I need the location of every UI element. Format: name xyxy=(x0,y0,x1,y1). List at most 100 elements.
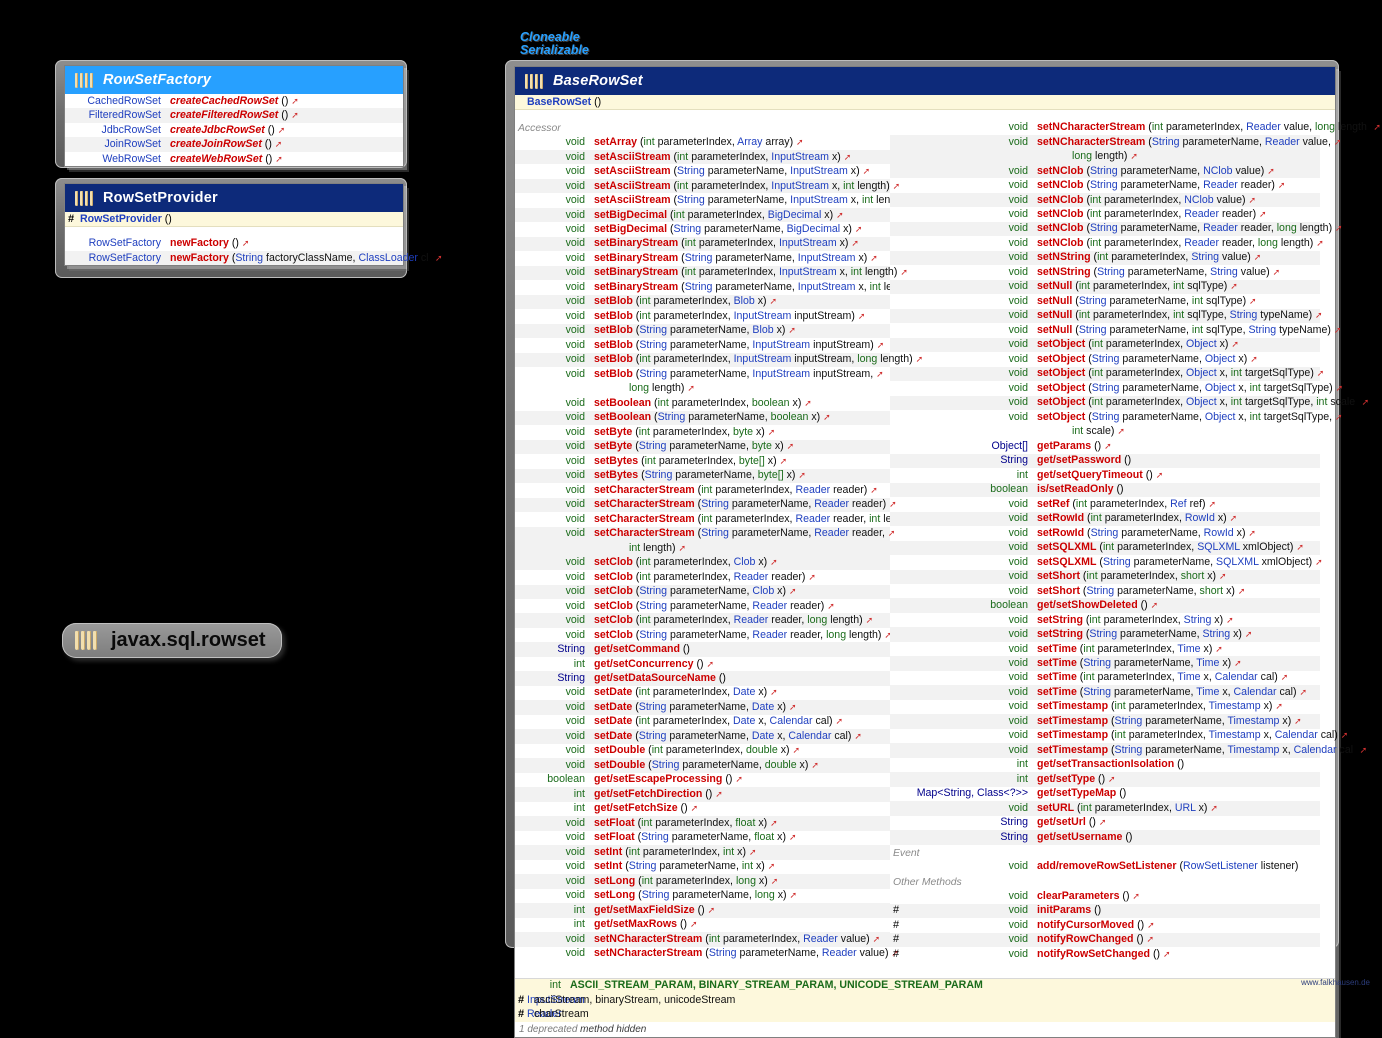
member-row[interactable]: void setFloat (int parameterIndex, float … xyxy=(515,816,890,831)
member-row[interactable]: void setDate (int parameterIndex, Date x,… xyxy=(515,715,890,729)
member-row[interactable]: void setTime (String parameterName, Time … xyxy=(890,685,1320,700)
member-row[interactable]: void setFloat (String parameterName, floa… xyxy=(515,831,890,845)
member-row[interactable]: void setShort (String parameterName, shor… xyxy=(890,584,1320,598)
member-row[interactable]: void setClob (int parameterIndex, Reader … xyxy=(515,570,890,584)
member-row[interactable]: boolean get/setEscapeProcessing () ➚ xyxy=(515,773,890,787)
member-row[interactable]: void setClob (String parameterName, Reade… xyxy=(515,599,890,613)
member-row[interactable]: void setNClob (int parameterIndex, Reader… xyxy=(890,236,1324,250)
class-box-rowsetprovider[interactable]: RowSetProvider # RowSetProvider () RowSet… xyxy=(64,183,443,267)
member-row[interactable]: void setDouble (int parameterIndex, doubl… xyxy=(515,744,890,758)
member-row[interactable]: void clearParameters () ➚ xyxy=(890,889,1320,903)
member-row[interactable]: void setString (String parameterName, Str… xyxy=(890,627,1320,642)
member-row[interactable]: void setObject (String parameterName, Obj… xyxy=(890,352,1320,366)
member-row[interactable]: CachedRowSet createCachedRowSet () ➚ xyxy=(65,94,403,108)
member-row[interactable]: String get/setPassword () xyxy=(890,453,1320,469)
member-row[interactable]: void setRef (int parameterIndex, Ref ref)… xyxy=(890,497,1320,511)
member-row[interactable]: void setBinaryStream (String parameterNam… xyxy=(515,251,890,265)
member-row[interactable]: # void initParams () xyxy=(890,903,1320,919)
field-row[interactable]: # Reader charStream xyxy=(515,1008,1335,1022)
member-row[interactable]: void setObject (String parameterName, Obj… xyxy=(890,410,1343,424)
member-row[interactable]: int get/setFetchSize () ➚ xyxy=(515,802,890,816)
member-row[interactable]: void setRowId (String parameterName, RowI… xyxy=(890,526,1320,540)
member-row[interactable]: JoinRowSet createJoinRowSet () ➚ xyxy=(65,137,403,152)
member-row[interactable]: void setInt (int parameterIndex, int x) ➚ xyxy=(515,845,890,860)
member-row[interactable]: FilteredRowSet createFilteredRowSet () ➚ xyxy=(65,108,403,123)
package-badge[interactable]: javax.sql.rowset xyxy=(62,623,282,658)
member-row[interactable]: void setBoolean (String parameterName, bo… xyxy=(515,410,890,426)
member-row[interactable]: # void notifyRowSetChanged () ➚ xyxy=(890,947,1320,961)
member-row[interactable]: void setLong (String parameterName, long … xyxy=(515,889,890,903)
member-row[interactable]: int get/setMaxRows () ➚ xyxy=(515,918,890,932)
member-row[interactable]: void setNClob (int parameterIndex, NClob … xyxy=(890,192,1320,208)
member-row[interactable]: int get/setType () ➚ xyxy=(890,772,1320,787)
member-row[interactable]: void setBlob (String parameterName, Blob … xyxy=(515,323,890,339)
member-row[interactable]: void setRowId (int parameterIndex, RowId … xyxy=(890,511,1320,527)
member-row[interactable]: RowSetFactory newFactory () ➚ xyxy=(65,236,403,250)
class-box-baserowset[interactable]: BaseRowSet BaseRowSet () Accessor void se… xyxy=(514,66,1381,1038)
member-row[interactable]: void setLong (int parameterIndex, long x)… xyxy=(515,874,890,889)
member-row[interactable]: void setBytes (String parameterName, byte… xyxy=(515,468,890,484)
member-row[interactable]: void setNCharacterStream (String paramete… xyxy=(890,134,1341,150)
member-row[interactable]: void setClob (String parameterName, Clob … xyxy=(515,584,890,599)
member-row[interactable]: void setNull (int parameterIndex, int sql… xyxy=(890,308,1323,324)
member-row[interactable]: void setBlob (String parameterName, Input… xyxy=(515,338,890,352)
member-row[interactable]: void setClob (String parameterName, Reade… xyxy=(515,628,892,642)
member-row[interactable]: void setAsciiStream (String parameterName… xyxy=(515,164,890,178)
member-row[interactable]: boolean get/setShowDeleted () ➚ xyxy=(890,598,1320,613)
member-row[interactable]: void setBlob (int parameterIndex, InputSt… xyxy=(515,309,890,323)
member-row[interactable]: void setNCharacterStream (String paramete… xyxy=(515,947,899,961)
member-row[interactable]: void setObject (String parameterName, Obj… xyxy=(890,381,1344,395)
member-row[interactable]: void setNCharacterStream (int parameterIn… xyxy=(515,932,890,947)
constructor-row[interactable]: # RowSetProvider () xyxy=(65,212,403,226)
member-row[interactable]: int get/setConcurrency () ➚ xyxy=(515,657,890,671)
member-row[interactable]: void setBinaryStream (int parameterIndex,… xyxy=(515,265,908,281)
member-row[interactable]: void setNClob (String parameterName, Read… xyxy=(890,178,1320,192)
member-row[interactable]: RowSetFactory newFactory (String factoryC… xyxy=(65,250,443,266)
field-row[interactable]: # InputStream asciiStream, binaryStream, u… xyxy=(515,993,1335,1007)
member-row[interactable]: # void notifyCursorMoved () ➚ xyxy=(890,918,1320,932)
member-row[interactable]: void setAsciiStream (String parameterName… xyxy=(515,193,919,207)
member-row[interactable]: void add/removeRowSetListener (RowSetList… xyxy=(890,860,1320,874)
member-row[interactable]: void setTime (int parameterIndex, Time x,… xyxy=(890,671,1320,685)
member-row[interactable]: void setBlob (int parameterIndex, InputSt… xyxy=(515,352,923,368)
member-row[interactable]: void setTime (int parameterIndex, Time x)… xyxy=(890,642,1320,656)
member-row[interactable]: void setNClob (String parameterName, NClo… xyxy=(890,163,1320,179)
member-row[interactable]: String get/setDataSourceName () xyxy=(515,671,890,686)
member-row[interactable]: void setBlob (int parameterIndex, Blob x)… xyxy=(515,294,890,310)
member-row[interactable]: void setTimestamp (int parameterIndex, Ti… xyxy=(890,729,1349,743)
member-row[interactable]: void setURL (int parameterIndex, URL x) ➚ xyxy=(890,801,1320,816)
member-row[interactable]: void setObject (int parameterIndex, Objec… xyxy=(890,366,1324,382)
member-row[interactable]: void setNull (String parameterName, int s… xyxy=(890,294,1320,308)
member-row[interactable]: void setDate (String parameterName, Date … xyxy=(515,700,890,715)
member-row[interactable]: void setByte (int parameterIndex, byte x)… xyxy=(515,425,890,439)
member-row[interactable]: void setClob (int parameterIndex, Clob x)… xyxy=(515,555,890,571)
member-row[interactable]: void setObject (int parameterIndex, Objec… xyxy=(890,395,1369,411)
class-box-rowsetfactory[interactable]: RowSetFactory CachedRowSet createCachedRo… xyxy=(64,65,404,168)
constructor-row[interactable]: BaseRowSet () xyxy=(515,95,1335,109)
member-row[interactable]: void setCharacterStream (int parameterInd… xyxy=(515,512,927,526)
member-row[interactable]: void setNCharacterStream (int parameterIn… xyxy=(890,120,1381,134)
member-row[interactable]: void setBigDecimal (String parameterName,… xyxy=(515,222,890,236)
member-row[interactable]: void setShort (int parameterIndex, short … xyxy=(890,569,1320,584)
member-row[interactable]: String get/setCommand () xyxy=(515,642,890,657)
member-row[interactable]: int get/setFetchDirection () ➚ xyxy=(515,787,890,802)
member-row[interactable]: Map<String, Class<?>> get/setTypeMap () xyxy=(890,787,1320,801)
member-row[interactable]: void setNString (int parameterIndex, Stri… xyxy=(890,250,1320,266)
member-row[interactable]: void setArray (int parameterIndex, Array … xyxy=(515,135,890,149)
member-row[interactable]: void setNString (String parameterName, St… xyxy=(890,265,1320,279)
member-row[interactable]: WebRowSet createWebRowSet () ➚ xyxy=(65,152,403,166)
member-row[interactable]: void setBoolean (int parameterIndex, bool… xyxy=(515,396,890,410)
member-row[interactable]: void setBinaryStream (int parameterIndex,… xyxy=(515,236,890,252)
member-row[interactable]: void setNClob (int parameterIndex, Reader… xyxy=(890,207,1320,221)
member-row[interactable]: # void notifyRowChanged () ➚ xyxy=(890,932,1320,948)
member-row[interactable]: int get/setQueryTimeout () ➚ xyxy=(890,468,1320,482)
member-row[interactable]: void setBinaryStream (String parameterNam… xyxy=(515,280,927,294)
member-row[interactable]: void setNClob (String parameterName, Read… xyxy=(890,221,1343,237)
member-row[interactable]: void setDate (String parameterName, Date … xyxy=(515,729,890,744)
member-row[interactable]: void setAsciiStream (int parameterIndex, … xyxy=(515,149,890,165)
member-row[interactable]: void setNull (String parameterName, int s… xyxy=(890,323,1342,337)
member-row[interactable]: void setBytes (int parameterIndex, byte[]… xyxy=(515,454,890,468)
member-row[interactable]: void setObject (int parameterIndex, Objec… xyxy=(890,337,1320,353)
member-row[interactable]: int get/setTransactionIsolation () xyxy=(890,758,1320,772)
member-row[interactable]: void setBigDecimal (int parameterIndex, B… xyxy=(515,207,890,223)
